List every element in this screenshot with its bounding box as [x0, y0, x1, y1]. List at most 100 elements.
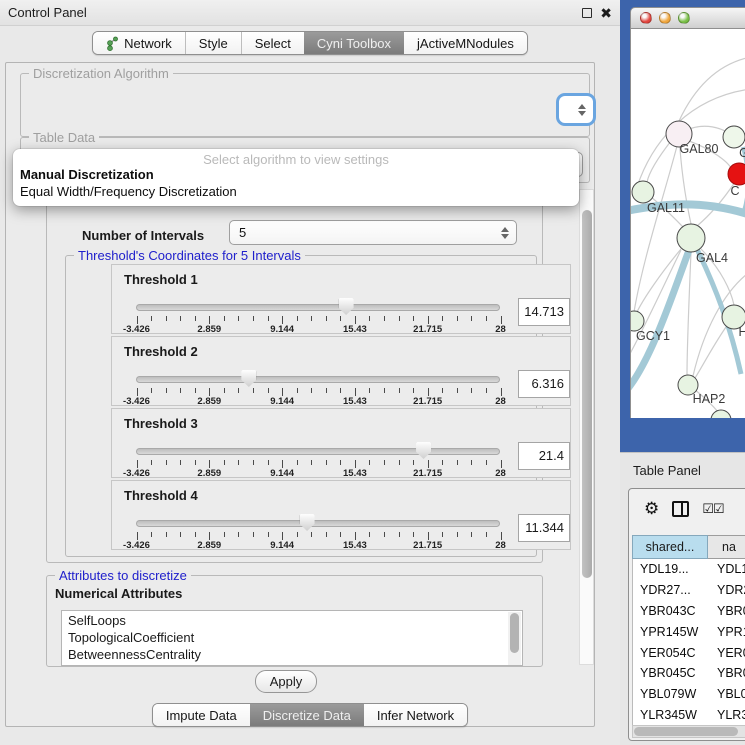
- table-row[interactable]: YBR043CYBR0: [633, 601, 745, 622]
- table-row[interactable]: YBL079WYBL0: [633, 684, 745, 705]
- threshold-slider-track[interactable]: [136, 448, 500, 455]
- network-node-label: C: [730, 184, 739, 198]
- slider-tick: [180, 532, 181, 537]
- table-row[interactable]: YBR045CYBR0: [633, 663, 745, 684]
- slider-tick: [486, 460, 487, 465]
- dropdown-item[interactable]: Manual Discretization: [13, 166, 579, 183]
- tab-network[interactable]: Network: [93, 32, 185, 54]
- network-node[interactable]: [711, 410, 731, 418]
- slider-tick: [428, 316, 429, 324]
- threshold-slider-track[interactable]: [136, 520, 500, 527]
- slider-tick-label: 21.715: [413, 468, 442, 479]
- slider-tick: [195, 460, 196, 465]
- table-scrollbar-thumb[interactable]: [634, 727, 738, 736]
- attributes-scrollbar[interactable]: [508, 612, 521, 666]
- slider-tick-label: 28: [495, 468, 506, 479]
- column-header-shared[interactable]: shared...: [632, 535, 708, 559]
- network-canvas[interactable]: GAL80GCGAL11GAL4GCY1HHAP2: [630, 29, 745, 418]
- columns-icon[interactable]: [672, 501, 689, 517]
- number-of-intervals-value: 5: [239, 225, 246, 240]
- network-node[interactable]: [677, 224, 705, 252]
- tab-cyni-toolbox[interactable]: Cyni Toolbox: [304, 32, 404, 54]
- attribute-item[interactable]: BetweennessCentrality: [68, 647, 522, 664]
- close-traffic-light[interactable]: [640, 12, 652, 24]
- slider-tick: [442, 388, 443, 393]
- slider-tick: [326, 388, 327, 393]
- threshold-slider-track[interactable]: [136, 376, 500, 383]
- number-of-intervals-combobox[interactable]: 5: [229, 220, 517, 245]
- slider-tick: [209, 388, 210, 396]
- threshold-value-field[interactable]: 21.4: [518, 442, 570, 470]
- attribute-item[interactable]: TopologicalCoefficient: [68, 630, 522, 647]
- network-node[interactable]: [631, 311, 644, 331]
- slider-tick: [282, 316, 283, 324]
- slider-tick: [501, 316, 502, 324]
- network-node[interactable]: [632, 181, 654, 203]
- threshold-value-field[interactable]: 6.316: [518, 370, 570, 398]
- network-node-label: G: [739, 146, 745, 160]
- cell-shared-name: YBR043C: [633, 604, 709, 618]
- threshold-slider-thumb[interactable]: [300, 514, 315, 531]
- network-node-label: GCY1: [636, 329, 670, 343]
- attribute-item[interactable]: SelfLoops: [68, 613, 522, 630]
- minimize-traffic-light[interactable]: [659, 12, 671, 24]
- tab-discretize-data[interactable]: Discretize Data: [250, 704, 364, 726]
- table-row[interactable]: YDR27...YDR2: [633, 580, 745, 601]
- slider-tick: [384, 460, 385, 465]
- slider-tick: [428, 388, 429, 396]
- threshold-slider-thumb[interactable]: [241, 370, 256, 387]
- gear-icon[interactable]: ⚙: [644, 499, 659, 519]
- zoom-traffic-light[interactable]: [678, 12, 690, 24]
- threshold-row: Threshold 2 6.316 -3.4262.8599.14415.432…: [111, 336, 571, 406]
- threshold-slider-thumb[interactable]: [416, 442, 431, 459]
- slider-tick: [224, 532, 225, 537]
- threshold-row: Threshold 4 11.344 -3.4262.8599.14415.43…: [111, 480, 571, 550]
- tab-impute-data[interactable]: Impute Data: [153, 704, 250, 726]
- threshold-value-field[interactable]: 11.344: [518, 514, 570, 542]
- table-horizontal-scrollbar[interactable]: [632, 725, 745, 738]
- apply-button[interactable]: Apply: [255, 670, 317, 693]
- column-header-name[interactable]: na: [708, 535, 745, 559]
- slider-tick: [457, 388, 458, 393]
- threshold-value-field[interactable]: 14.713: [518, 298, 570, 326]
- numerical-attributes-list[interactable]: SelfLoopsTopologicalCoefficientBetweenne…: [61, 610, 523, 666]
- panel-scrollbar-thumb[interactable]: [582, 210, 592, 578]
- table-row[interactable]: YPR145WYPR1: [633, 621, 745, 642]
- tab-style[interactable]: Style: [185, 32, 241, 54]
- slider-tick: [369, 316, 370, 321]
- slider-tick: [311, 316, 312, 321]
- table-row[interactable]: YDL19...YDL1: [633, 559, 745, 580]
- network-node[interactable]: [723, 126, 745, 148]
- float-window-icon[interactable]: [582, 8, 592, 18]
- slider-tick-label: 9.144: [270, 468, 294, 479]
- attributes-scrollbar-thumb[interactable]: [510, 613, 519, 653]
- table-row[interactable]: YER054CYER0: [633, 642, 745, 663]
- slider-tick: [413, 388, 414, 393]
- table-row[interactable]: YLR345WYLR3: [633, 705, 745, 725]
- network-node[interactable]: [728, 163, 745, 185]
- number-of-intervals-label: Number of Intervals: [82, 228, 204, 243]
- dropdown-item[interactable]: Equal Width/Frequency Discretization: [13, 183, 579, 200]
- slider-tick: [384, 532, 385, 537]
- threshold-slider-track[interactable]: [136, 304, 500, 311]
- slider-tick: [238, 388, 239, 393]
- slider-tick: [355, 460, 356, 468]
- dropdown-hint-item[interactable]: Select algorithm to view settings: [13, 149, 579, 166]
- slider-tick: [442, 316, 443, 321]
- slider-tick-label: 2.859: [197, 396, 221, 407]
- cell-name: YBL0: [709, 687, 745, 701]
- tab-infer-network[interactable]: Infer Network: [364, 704, 467, 726]
- threshold-slider-thumb[interactable]: [339, 298, 354, 315]
- cyni-toolbox-panel: Discretization Algorithm Table Data galF…: [5, 62, 595, 727]
- slider-tick-label: 9.144: [270, 324, 294, 335]
- threshold-label: Threshold 3: [124, 416, 198, 431]
- tab-jactivemnodules[interactable]: jActiveMNodules: [404, 32, 527, 54]
- tab-label: Select: [255, 36, 291, 51]
- panel-vertical-scrollbar[interactable]: [579, 189, 594, 665]
- close-icon[interactable]: ✖: [600, 8, 612, 18]
- tab-select[interactable]: Select: [241, 32, 304, 54]
- bottom-tabbar: Impute DataDiscretize DataInfer Network: [0, 703, 620, 727]
- algorithm-combo-stepper[interactable]: [559, 96, 593, 123]
- checkbox-icons[interactable]: ☑☑: [702, 502, 723, 517]
- slider-tick: [326, 460, 327, 465]
